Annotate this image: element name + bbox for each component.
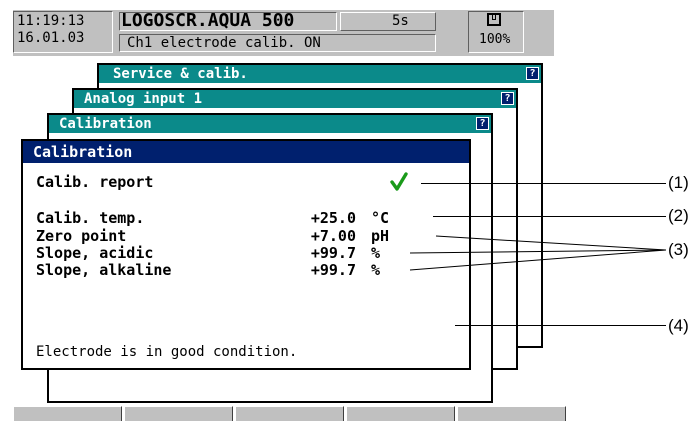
callout-line-4 [455,325,666,326]
callout-4: (4) [668,316,689,335]
softkey-3[interactable] [235,406,344,421]
callout-3: (3) [668,240,689,259]
softkey-5[interactable] [457,406,566,421]
callout-lines-3 [409,235,667,271]
callout-2: (2) [668,206,689,225]
softkey-1[interactable] [13,406,122,421]
softkey-4[interactable] [346,406,455,421]
softkey-2[interactable] [124,406,233,421]
callout-1: (1) [668,173,689,192]
